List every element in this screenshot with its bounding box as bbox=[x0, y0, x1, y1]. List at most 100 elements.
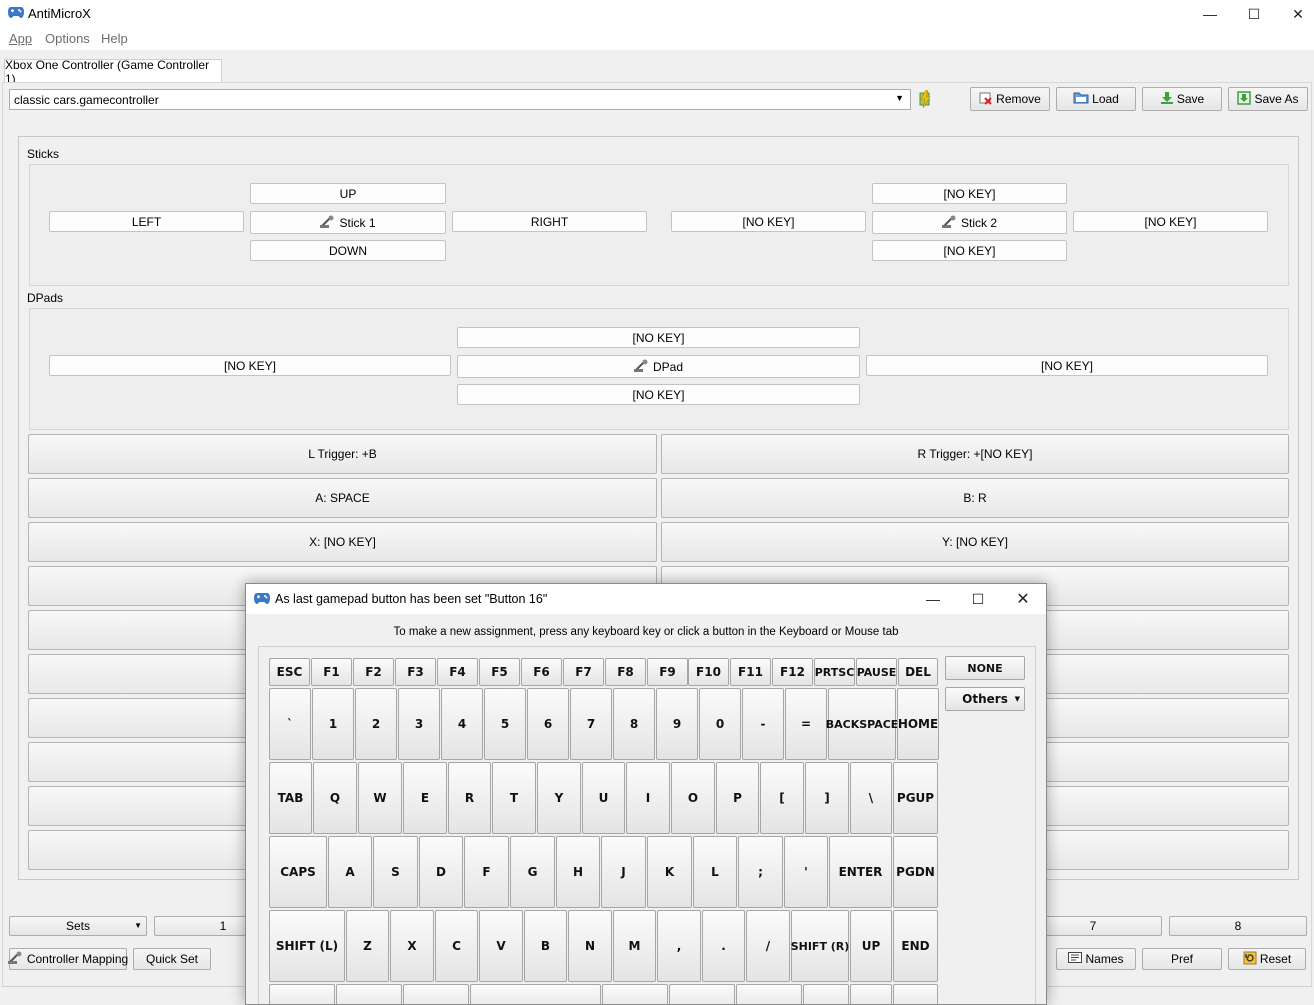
key-f6[interactable]: F6 bbox=[521, 658, 562, 686]
tab-controller[interactable]: Xbox One Controller (Game Controller 1) bbox=[4, 58, 222, 86]
key-4[interactable]: 4 bbox=[441, 688, 483, 760]
l-trigger-button[interactable]: L Trigger: +B bbox=[28, 434, 657, 474]
dpad-right-button[interactable]: [NO KEY] bbox=[866, 355, 1268, 376]
key-backspace[interactable]: BACKSPACE bbox=[826, 688, 898, 760]
key-backslash[interactable]: \ bbox=[850, 762, 892, 834]
menu-options[interactable]: Options bbox=[45, 31, 90, 46]
names-button[interactable]: Names bbox=[1056, 948, 1136, 970]
quick-set-button[interactable]: Quick Set bbox=[133, 948, 211, 970]
key-bottom-row[interactable] bbox=[736, 984, 802, 1004]
key-f[interactable]: F bbox=[464, 836, 509, 908]
key-i[interactable]: I bbox=[626, 762, 670, 834]
key-equals[interactable]: = bbox=[785, 688, 827, 760]
key-s[interactable]: S bbox=[373, 836, 418, 908]
maximize-button[interactable]: ☐ bbox=[1231, 0, 1277, 28]
set-8-button[interactable]: 8 bbox=[1169, 916, 1307, 936]
dialog-close-button[interactable]: ✕ bbox=[1000, 584, 1046, 614]
sets-dropdown[interactable]: Sets ▼ bbox=[9, 916, 147, 936]
menu-help[interactable]: Help bbox=[101, 31, 128, 46]
key-f9[interactable]: F9 bbox=[647, 658, 688, 686]
stick2-up-button[interactable]: [NO KEY] bbox=[872, 183, 1067, 204]
key-bottom-row[interactable] bbox=[893, 984, 938, 1004]
dpad-button[interactable]: DPad bbox=[457, 355, 860, 378]
key-bottom-row[interactable] bbox=[602, 984, 668, 1004]
stick1-button[interactable]: Stick 1 bbox=[250, 211, 446, 234]
key-esc[interactable]: ESC bbox=[269, 658, 310, 686]
key-f2[interactable]: F2 bbox=[353, 658, 394, 686]
key-minus[interactable]: - bbox=[742, 688, 784, 760]
key-up[interactable]: UP bbox=[850, 910, 892, 982]
save-as-button[interactable]: Save As bbox=[1228, 87, 1308, 111]
y-button[interactable]: Y: [NO KEY] bbox=[661, 522, 1289, 562]
dpad-down-button[interactable]: [NO KEY] bbox=[457, 384, 860, 405]
key-bottom-row[interactable] bbox=[269, 984, 335, 1004]
key-7[interactable]: 7 bbox=[570, 688, 612, 760]
key-quote[interactable]: ' bbox=[784, 836, 828, 908]
key-u[interactable]: U bbox=[582, 762, 625, 834]
key-bottom-row[interactable] bbox=[803, 984, 849, 1004]
key-1[interactable]: 1 bbox=[312, 688, 354, 760]
key-f10[interactable]: F10 bbox=[688, 658, 729, 686]
a-button[interactable]: A: SPACE bbox=[28, 478, 657, 518]
key-v[interactable]: V bbox=[479, 910, 523, 982]
key-w[interactable]: W bbox=[358, 762, 402, 834]
stick2-down-button[interactable]: [NO KEY] bbox=[872, 240, 1067, 261]
key-semicolon[interactable]: ; bbox=[738, 836, 783, 908]
key-space[interactable] bbox=[470, 984, 601, 1004]
key-c[interactable]: C bbox=[435, 910, 478, 982]
key-bottom-row[interactable] bbox=[669, 984, 735, 1004]
others-dropdown[interactable]: Others ▼ bbox=[945, 687, 1025, 711]
stick1-up-button[interactable]: UP bbox=[250, 183, 446, 204]
key-bottom-row[interactable] bbox=[336, 984, 402, 1004]
stick1-right-button[interactable]: RIGHT bbox=[452, 211, 647, 232]
dpad-left-button[interactable]: [NO KEY] bbox=[49, 355, 451, 376]
minimize-button[interactable]: — bbox=[1187, 0, 1233, 28]
key-a[interactable]: A bbox=[328, 836, 372, 908]
key-caps[interactable]: CAPS bbox=[269, 836, 327, 908]
key-del[interactable]: DEL bbox=[898, 658, 938, 686]
close-button[interactable]: ✕ bbox=[1275, 0, 1314, 28]
key-g[interactable]: G bbox=[510, 836, 555, 908]
controller-mapping-button[interactable]: Controller Mapping bbox=[7, 948, 128, 970]
b-button[interactable]: B: R bbox=[661, 478, 1289, 518]
stick1-down-button[interactable]: DOWN bbox=[250, 240, 446, 261]
key-f5[interactable]: F5 bbox=[479, 658, 520, 686]
key-f3[interactable]: F3 bbox=[395, 658, 436, 686]
key-b[interactable]: B bbox=[524, 910, 567, 982]
key-o[interactable]: O bbox=[671, 762, 715, 834]
key-bottom-row[interactable] bbox=[403, 984, 469, 1004]
key-pgdn[interactable]: PGDN bbox=[893, 836, 938, 908]
stick2-button[interactable]: Stick 2 bbox=[872, 211, 1067, 234]
key-m[interactable]: M bbox=[613, 910, 656, 982]
key-shift-left[interactable]: SHIFT (L) bbox=[269, 910, 345, 982]
key-bracket-left[interactable]: [ bbox=[760, 762, 804, 834]
key-2[interactable]: 2 bbox=[355, 688, 397, 760]
key-f1[interactable]: F1 bbox=[311, 658, 352, 686]
key-home[interactable]: HOME bbox=[897, 688, 939, 760]
profile-combo[interactable]: classic cars.gamecontroller ▼ bbox=[9, 89, 911, 110]
key-r[interactable]: R bbox=[448, 762, 491, 834]
key-6[interactable]: 6 bbox=[527, 688, 569, 760]
key-end[interactable]: END bbox=[893, 910, 938, 982]
key-e[interactable]: E bbox=[403, 762, 447, 834]
key-shift-right[interactable]: SHIFT (R) bbox=[791, 910, 849, 982]
dpad-up-button[interactable]: [NO KEY] bbox=[457, 327, 860, 348]
key-3[interactable]: 3 bbox=[398, 688, 440, 760]
key-tab[interactable]: TAB bbox=[269, 762, 312, 834]
key-prtsc[interactable]: PRTSC bbox=[814, 658, 855, 686]
key-p[interactable]: P bbox=[716, 762, 759, 834]
key-h[interactable]: H bbox=[556, 836, 600, 908]
key-n[interactable]: N bbox=[568, 910, 612, 982]
key-f7[interactable]: F7 bbox=[563, 658, 604, 686]
reset-button[interactable]: Reset bbox=[1228, 948, 1306, 970]
key-backtick[interactable]: ` bbox=[269, 688, 311, 760]
key-8[interactable]: 8 bbox=[613, 688, 655, 760]
key-f11[interactable]: F11 bbox=[730, 658, 771, 686]
key-x[interactable]: X bbox=[390, 910, 434, 982]
save-button[interactable]: Save bbox=[1142, 87, 1222, 111]
key-comma[interactable]: , bbox=[657, 910, 701, 982]
r-trigger-button[interactable]: R Trigger: +[NO KEY] bbox=[661, 434, 1289, 474]
key-slash[interactable]: / bbox=[746, 910, 790, 982]
key-bottom-row[interactable] bbox=[850, 984, 892, 1004]
key-9[interactable]: 9 bbox=[656, 688, 698, 760]
